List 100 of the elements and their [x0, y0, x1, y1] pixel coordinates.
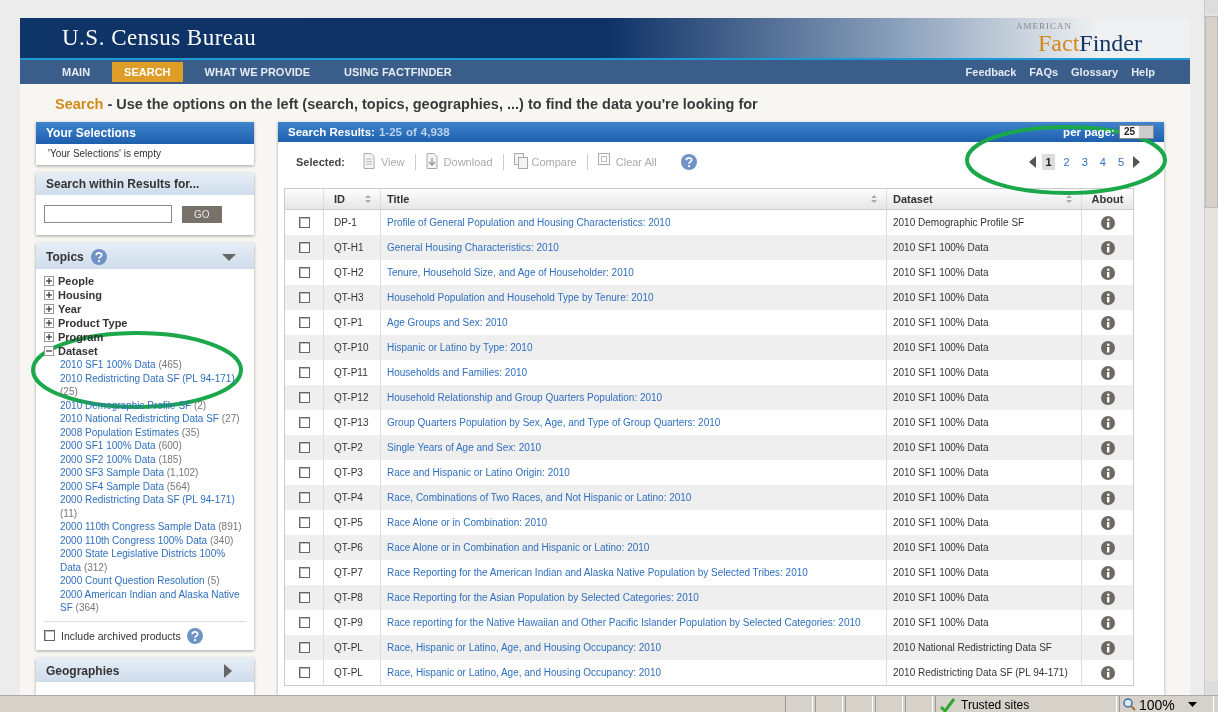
dataset-link[interactable]: 2000 SF1 100% Data (600) [60, 439, 246, 453]
table-cell: 2010 SF1 100% Data [893, 367, 989, 378]
topic-item[interactable]: Dataset [58, 345, 98, 357]
panel-title: Your Selections [36, 122, 254, 144]
row-checkbox[interactable] [298, 517, 310, 528]
title-link[interactable]: General Housing Characteristics: 2010 [387, 242, 559, 253]
row-checkbox[interactable] [298, 592, 310, 603]
panel-title: Topics [46, 250, 84, 264]
column-header[interactable]: Title [381, 189, 887, 209]
nav-link[interactable]: Feedback [965, 66, 1017, 78]
title-link[interactable]: Group Quarters Population by Sex, Age, and Type of Group Quarters: 2010 [387, 417, 721, 428]
help-icon [90, 249, 107, 265]
logo[interactable]: AMERICAN FactFinder [1016, 21, 1142, 55]
row-checkbox[interactable] [298, 542, 310, 553]
title-link[interactable]: Race, Combinations of Two Races, and Not Hispanic or Latino: 2010 [387, 492, 692, 503]
row-checkbox[interactable] [298, 317, 310, 328]
dataset-link[interactable]: 2000 SF3 Sample Data (1,102) [60, 466, 246, 480]
dataset-link[interactable]: 2000 State Legislative Districts 100% Data (312) [60, 547, 246, 574]
page-link[interactable]: 4 [1096, 154, 1109, 170]
nav-link[interactable]: Glossary [1071, 66, 1119, 78]
title-link[interactable]: Single Years of Age and Sex: 2010 [387, 442, 541, 453]
title-link[interactable]: Household Relationship and Group Quarters Population: 2010 [387, 392, 663, 403]
nav-link[interactable]: FAQs [1029, 66, 1059, 78]
title-link[interactable]: Age Groups and Sex: 2010 [387, 317, 508, 328]
row-checkbox[interactable] [298, 417, 310, 428]
dataset-link[interactable]: 2000 SF4 Sample Data (564) [60, 479, 246, 493]
row-checkbox[interactable] [298, 342, 310, 353]
row-checkbox[interactable] [298, 442, 310, 453]
title-link[interactable]: Race, Hispanic or Latino, Age, and Housing Occupancy: 2010 [387, 667, 662, 678]
per-page-select[interactable]: 25 [1118, 125, 1154, 139]
row-checkbox[interactable] [298, 467, 310, 478]
heading-text: - Use the options on the left (search, topics, geographies, ...) to find the data you're looking for [107, 96, 758, 114]
dataset-link[interactable]: 2000 Redistricting Data SF (PL 94-171) (11) [60, 493, 246, 520]
dataset-link[interactable]: 2000 American Indian and Alaska Native SF (364) [60, 587, 246, 615]
page-link[interactable]: 3 [1078, 154, 1091, 170]
info-icon [1100, 315, 1115, 330]
column-header[interactable]: Dataset [887, 189, 1082, 209]
page-link[interactable]: 2 [1060, 154, 1073, 170]
row-checkbox[interactable] [298, 292, 310, 303]
row-checkbox[interactable] [298, 617, 310, 628]
sort-icon [870, 194, 878, 204]
table-cell: QT-P2 [334, 442, 363, 453]
dataset-link[interactable]: 2000 110th Congress Sample Data (891) [60, 520, 246, 534]
table-cell: 2010 SF1 100% Data [893, 492, 989, 503]
row-checkbox[interactable] [298, 392, 310, 403]
topic-item[interactable]: Product Type [58, 317, 128, 329]
search-field[interactable] [44, 205, 172, 223]
row-checkbox[interactable] [298, 667, 310, 678]
title-link[interactable]: Households and Families: 2010 [387, 367, 528, 378]
nav-tab[interactable]: WHAT WE PROVIDE [192, 62, 323, 82]
column-header[interactable]: ID [324, 189, 381, 209]
title-link[interactable]: Race Alone or in Combination and Hispanic or Latino: 2010 [387, 542, 650, 553]
row-checkbox[interactable] [298, 217, 310, 228]
table-cell: 2010 Demographic Profile SF [893, 217, 1025, 228]
dataset-link[interactable]: 2010 National Redistricting Data SF (27) [60, 412, 246, 426]
title-link[interactable]: Race, Hispanic or Latino, Age, and Housing Occupancy: 2010 [387, 642, 662, 653]
row-checkbox[interactable] [298, 242, 310, 253]
nav-tab[interactable]: USING FACTFINDER [332, 62, 464, 82]
row-checkbox[interactable] [298, 267, 310, 278]
zoom-control[interactable]: 100% [1119, 696, 1214, 712]
dataset-link[interactable]: 2000 SF2 100% Data (185) [60, 452, 246, 466]
title-link[interactable]: Race Alone or in Combination: 2010 [387, 517, 548, 528]
title-link[interactable]: Race Reporting for the American Indian and Alaska Native Population by Selected Tribes: 2010 [387, 567, 808, 578]
title-link[interactable]: Hispanic or Latino by Type: 2010 [387, 342, 533, 353]
nav-tab[interactable]: MAIN [50, 62, 103, 82]
info-icon [1100, 390, 1115, 405]
expand-arrow-icon [224, 663, 232, 678]
table-cell: QT-P9 [334, 617, 363, 628]
table-cell: QT-P3 [334, 467, 363, 478]
nav-link[interactable]: Help [1131, 66, 1155, 78]
dataset-link[interactable]: 2008 Population Estimates (35) [60, 425, 246, 439]
row-checkbox[interactable] [298, 567, 310, 578]
title-link[interactable]: Tenure, Household Size, and Age of Householder: 2010 [387, 267, 634, 278]
table-cell: QT-P10 [334, 342, 369, 353]
row-checkbox[interactable] [298, 642, 310, 653]
topic-item[interactable]: Year [58, 303, 82, 315]
checkbox[interactable] [44, 630, 55, 641]
go-button[interactable]: GO [182, 205, 222, 223]
row-checkbox[interactable] [298, 492, 310, 503]
dataset-link[interactable]: 2000 110th Congress 100% Data (340) [60, 533, 246, 547]
title-link[interactable]: Profile of General Population and Housing Characteristics: 2010 [387, 217, 671, 228]
table-cell: QT-P1 [334, 317, 363, 328]
title-link[interactable]: Race and Hispanic or Latino Origin: 2010 [387, 467, 570, 478]
dataset-link[interactable]: 2000 Count Question Resolution (5) [60, 574, 246, 588]
page-link[interactable]: 1 [1042, 154, 1055, 170]
dataset-link[interactable]: 2010 SF1 100% Data (465) [60, 358, 246, 372]
dataset-link[interactable]: 2010 Redistricting Data SF (PL 94-171) (25) [60, 371, 246, 399]
column-header[interactable]: About [1082, 189, 1133, 209]
title-link[interactable]: Race Reporting for the Asian Population by Selected Categories: 2010 [387, 592, 699, 603]
topic-item[interactable]: People [58, 275, 95, 287]
topic-item[interactable]: Housing [58, 289, 102, 301]
title-link[interactable]: Race reporting for the Native Hawaiian and Other Pacific Islander Population by Selected Categories: 2010 [387, 617, 861, 628]
table-cell: QT-H3 [334, 292, 364, 303]
scrollbar[interactable] [1204, 0, 1218, 695]
title-link[interactable]: Household Population and Household Type by Tenure: 2010 [387, 292, 654, 303]
table-cell: QT-P8 [334, 592, 363, 603]
results-range: 1-25 [378, 126, 402, 138]
table-cell: 2010 SF1 100% Data [893, 267, 989, 278]
page-link[interactable]: 5 [1114, 154, 1127, 170]
row-checkbox[interactable] [298, 367, 310, 378]
